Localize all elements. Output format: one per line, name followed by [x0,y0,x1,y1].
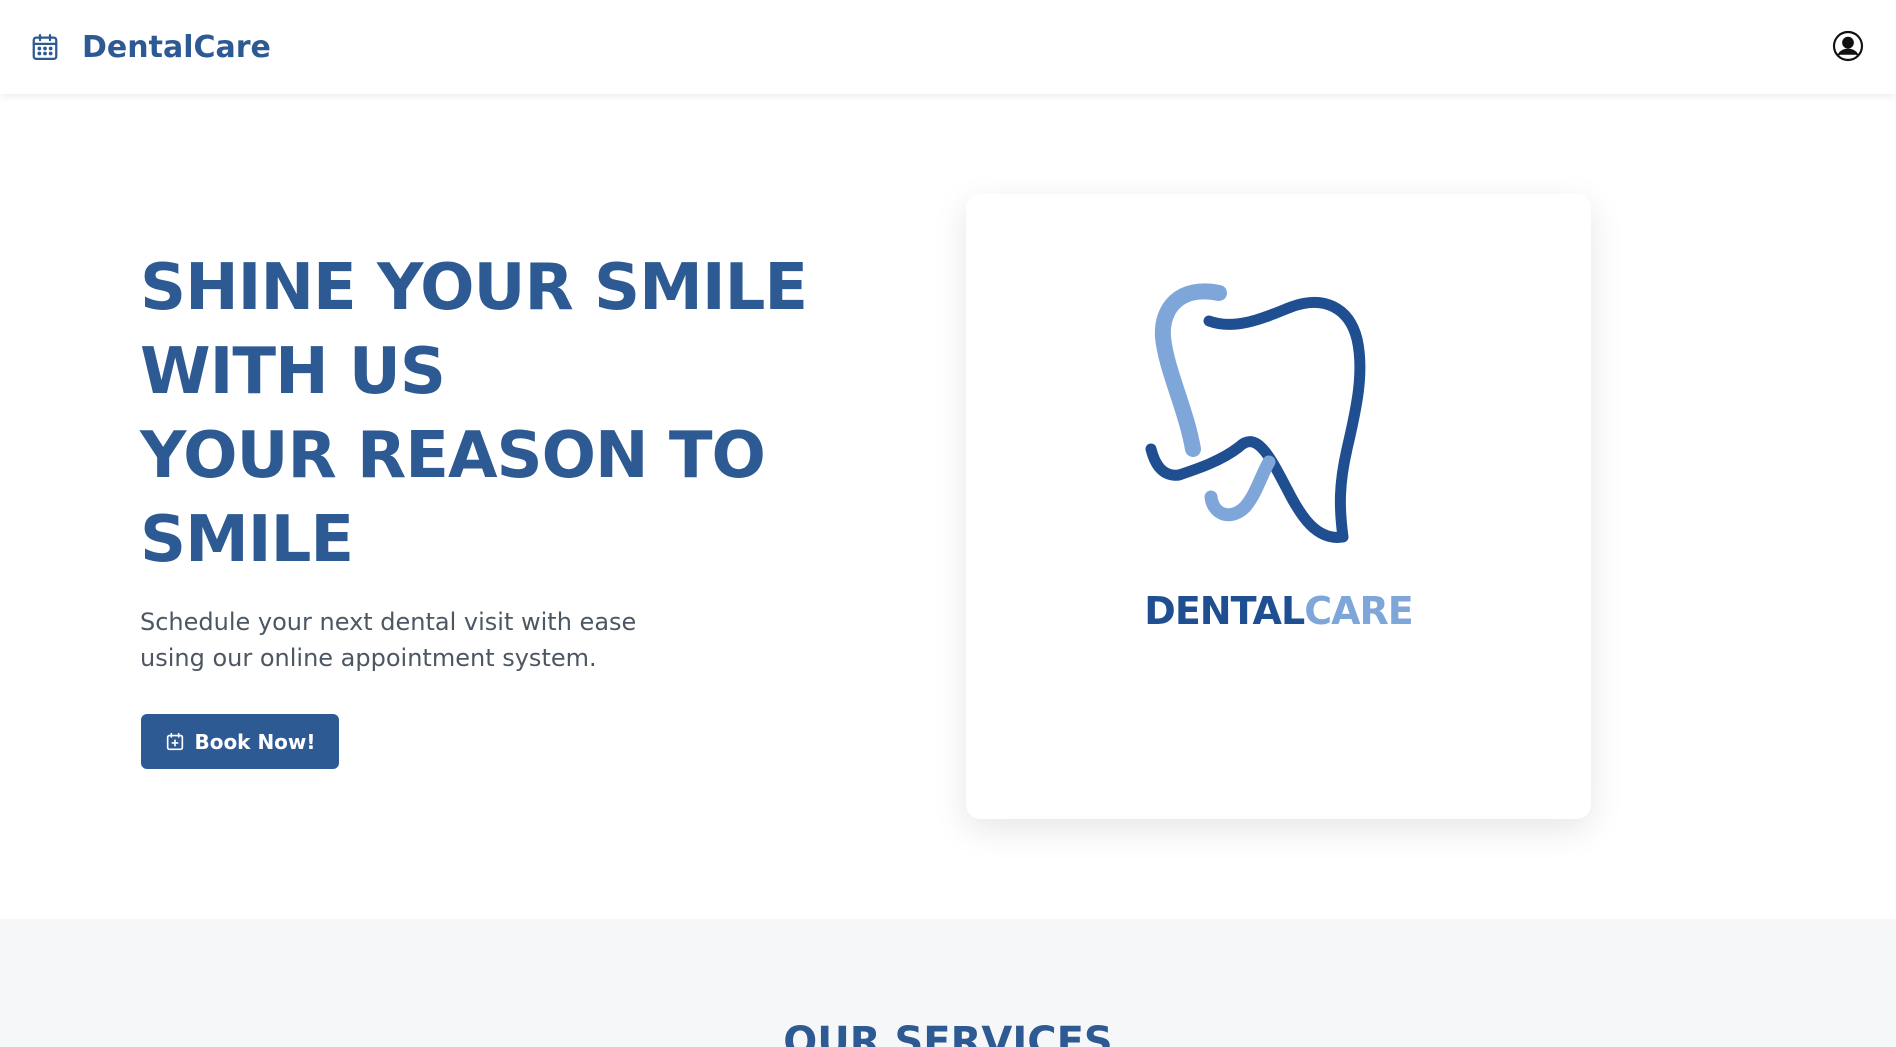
brand[interactable]: DentalCare [30,0,271,94]
calendar-icon [32,34,58,60]
hero-section: SHINE YOUR SMILE WITH US YOUR REASON TO … [0,94,1896,919]
services-title: OUR SERVICES [783,1019,1113,1047]
brand-name: DentalCare [82,29,271,65]
headline-line: SMILE [140,503,354,577]
logo-word-dental: DENTAL [1144,589,1305,633]
book-now-label: Book Now! [194,729,316,754]
logo-word-care: CARE [1304,589,1414,633]
subtitle-line: using our online appointment system. [140,644,597,672]
services-section: OUR SERVICES [0,919,1896,1047]
headline-line: YOUR REASON TO [140,419,766,493]
subtitle-line: Schedule your next dental visit with eas… [140,608,637,636]
hero-headline: SHINE YOUR SMILE WITH US YOUR REASON TO … [140,246,808,582]
tooth-icon [1145,283,1366,543]
hero-subtitle: Schedule your next dental visit with eas… [140,604,700,676]
top-navbar: DentalCare [0,0,1896,94]
book-now-button[interactable]: Book Now! [141,714,339,769]
user-circle-icon[interactable] [1832,30,1864,62]
logo-wordmark: DENTALCARE [966,589,1591,633]
headline-line: SHINE YOUR SMILE [140,251,808,325]
logo-card: DENTALCARE [966,194,1591,819]
headline-line: WITH US [140,335,446,409]
calendar-plus-icon [167,732,184,750]
